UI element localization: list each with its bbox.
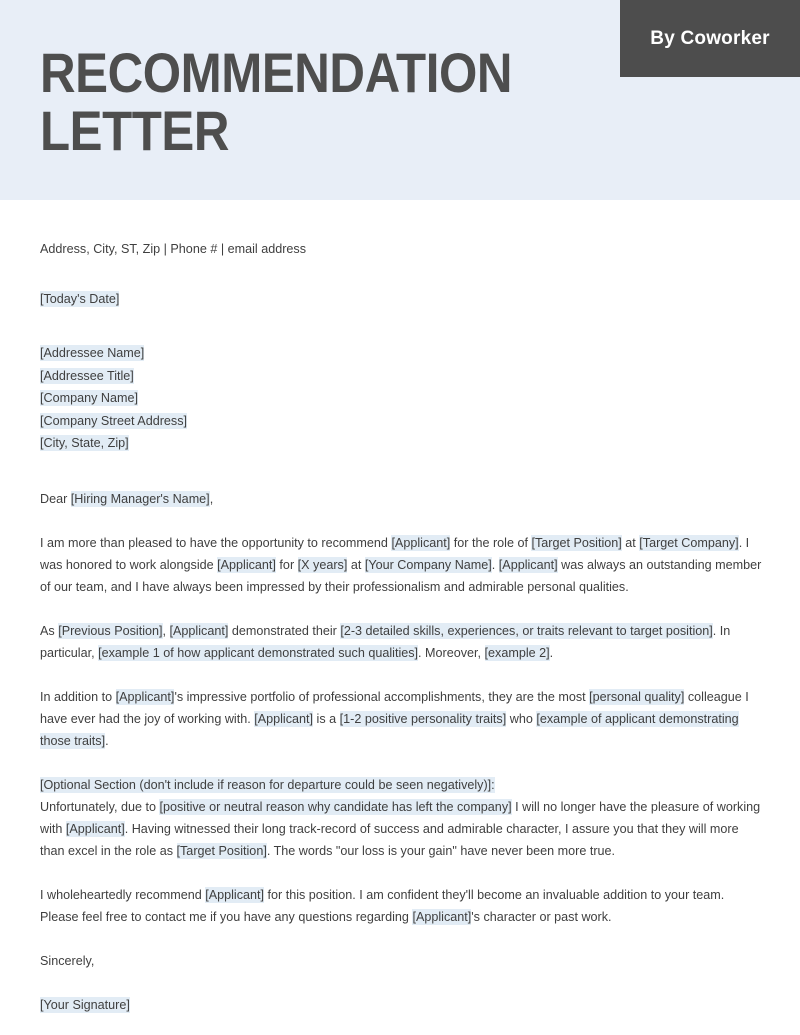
company-name-row: [Company Name] [40,387,762,409]
p1-text-7: . [491,558,499,572]
salutation-prefix: Dear [40,492,71,506]
paragraph-5: I wholeheartedly recommend [Applicant] f… [40,884,762,928]
p3-text-2: 's impressive portfolio of professional … [174,690,590,704]
byline-badge-label: By Coworker [650,27,770,49]
p3-personal-quality: [personal quality] [589,689,685,705]
document-page: RECOMMENDATION LETTER By Coworker Addres… [0,0,800,1035]
p3-text-5: who [506,712,537,726]
closing-line: Sincerely, [40,954,95,968]
p1-applicant-3: [Applicant] [498,557,558,573]
optional-section: [Optional Section (don't include if reas… [40,774,762,862]
p1-target-position: [Target Position] [531,535,622,551]
p4-departure-reason: [positive or neutral reason why candidat… [159,799,512,815]
p2-previous-position: [Previous Position] [58,623,163,639]
date-placeholder: [Today's Date] [40,291,120,307]
hiring-manager-placeholder: [Hiring Manager's Name] [70,491,210,507]
signature-placeholder: [Your Signature] [40,997,130,1013]
page-title: RECOMMENDATION LETTER [40,41,513,162]
byline-badge: By Coworker [620,0,800,77]
p3-text-4: is a [313,712,340,726]
p3-personality-traits: [1-2 positive personality traits] [339,711,507,727]
p4-text-1: Unfortunately, due to [40,800,160,814]
company-street-placeholder: [Company Street Address] [40,412,187,429]
signature-line: [Your Signature] [40,994,762,1016]
addressee-name-row: [Addressee Name] [40,342,762,364]
p5-applicant-1: [Applicant] [205,887,265,903]
p4-applicant-1: [Applicant] [65,821,125,837]
p2-example-1: [example 1 of how applicant demonstrated… [98,645,419,661]
p2-text-3: demonstrated their [228,624,341,638]
p3-text-6: . [105,734,109,748]
p2-text-5: . Moreover, [418,646,485,660]
date-line: [Today's Date] [40,288,762,310]
p2-skills-placeholder: [2-3 detailed skills, experiences, or tr… [340,623,713,639]
optional-section-heading: [Optional Section (don't include if reas… [40,777,495,793]
company-name-placeholder: [Company Name] [40,390,138,406]
p1-text-3: at [621,536,640,550]
company-street-row: [Company Street Address] [40,410,762,432]
p1-text-5: for [275,558,298,572]
addressee-title-placeholder: [Addressee Title] [40,367,134,384]
p2-text-6: . [549,646,554,660]
p2-text-1: As [40,624,59,638]
p1-x-years: [X years] [297,557,348,573]
p1-text-6: at [347,558,365,572]
company-city-placeholder: [City, State, Zip] [40,435,129,451]
p4-text-4: . The words "our loss is your gain" have… [266,844,616,858]
salutation-suffix: , [209,492,214,506]
p2-applicant-1: [Applicant] [169,623,229,639]
company-city-row: [City, State, Zip] [40,432,762,454]
p1-applicant-2: [Applicant] [217,557,276,573]
paragraph-3: In addition to [Applicant]'s impressive … [40,686,762,752]
p4-target-position: [Target Position] [176,843,267,859]
p3-applicant-2: [Applicant] [254,711,314,727]
p1-target-company: [Target Company] [639,535,739,551]
p1-text-2: for the role of [450,536,532,550]
p5-applicant-2: [Applicant] [412,909,472,925]
p1-your-company-name: [Your Company Name] [364,557,492,573]
contact-line: Address, City, ST, Zip | Phone # | email… [40,242,306,256]
p5-text-1: I wholeheartedly recommend [40,888,206,902]
p3-applicant-1: [Applicant] [115,689,175,705]
addressee-name-placeholder: [Addressee Name] [40,345,145,361]
p2-example-2: [example 2] [484,645,550,661]
paragraph-2: As [Previous Position], [Applicant] demo… [40,620,762,664]
addressee-title-row: [Addressee Title] [40,365,762,387]
salutation: Dear [Hiring Manager's Name], [40,488,762,510]
p1-text-1: I am more than pleased to have the oppor… [40,536,392,550]
p1-applicant-1: [Applicant] [391,535,451,551]
addressee-block: [Addressee Name] [Addressee Title] [Comp… [40,342,762,454]
p2-text-2: , [162,624,170,638]
paragraph-1: I am more than pleased to have the oppor… [40,532,762,598]
letter-body: Address, City, ST, Zip | Phone # | email… [40,240,762,1016]
p5-text-3: 's character or past work. [471,910,612,924]
p3-text-1: In addition to [40,690,116,704]
